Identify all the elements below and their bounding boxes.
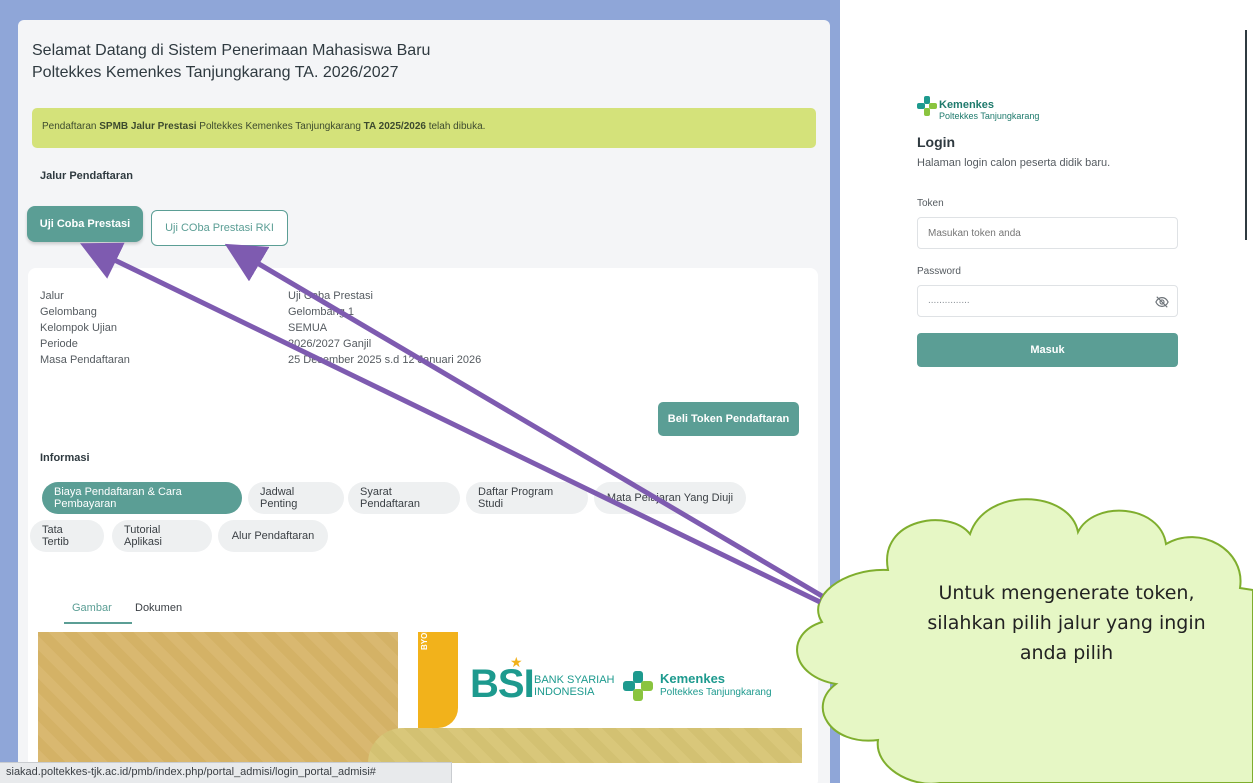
detail-value-masa: 25 Desember 2025 s.d 12 Januari 2026 bbox=[288, 354, 482, 366]
pill-alur-pendaftaran[interactable]: Alur Pendaftaran bbox=[218, 520, 328, 552]
pill-tutorial-aplikasi[interactable]: Tutorial Aplikasi bbox=[112, 520, 212, 552]
beli-token-button[interactable]: Beli Token Pendaftaran bbox=[658, 402, 799, 436]
subtab-gambar[interactable]: Gambar bbox=[72, 602, 112, 614]
detail-key-masa: Masa Pendaftaran bbox=[40, 354, 130, 366]
pill-syarat-pendaftaran[interactable]: Syarat Pendaftaran bbox=[348, 482, 460, 514]
banner-text-mid: Poltekkes Kemenkes Tanjungkarang bbox=[196, 121, 364, 132]
masuk-button[interactable]: Masuk bbox=[917, 333, 1178, 367]
login-subtitle: Halaman login calon peserta didik baru. bbox=[917, 157, 1111, 169]
byond-text: BYOND bbox=[420, 632, 429, 650]
pill-biaya-pendaftaran[interactable]: Biaya Pendaftaran & Cara Pembayaran bbox=[42, 482, 242, 514]
kemenkes-logo-icon bbox=[623, 671, 653, 701]
divider bbox=[1245, 30, 1247, 240]
token-input[interactable] bbox=[917, 217, 1178, 249]
login-title: Login bbox=[917, 134, 956, 150]
detail-value-jalur: Uji Coba Prestasi bbox=[288, 290, 373, 302]
subtab-underline bbox=[64, 622, 132, 624]
promo-image: BYOND BSI ★ BANK SYARIAH INDONESIA Kemenk… bbox=[38, 632, 802, 763]
bsi-sub-2: INDONESIA bbox=[534, 686, 595, 698]
promo-pattern-bottom bbox=[368, 728, 802, 763]
tab-uji-coba-prestasi[interactable]: Uji Coba Prestasi bbox=[27, 206, 143, 242]
banner-text-post: telah dibuka. bbox=[425, 121, 486, 132]
kemenkes-promo-text: Kemenkes Poltekkes Tanjungkarang bbox=[660, 672, 772, 700]
bsi-sub-1: BANK SYARIAH bbox=[534, 674, 615, 686]
annotation-line-2: silahkan pilih jalur yang ingin bbox=[927, 612, 1206, 634]
announcement-banner: Pendaftaran SPMB Jalur Prestasi Poltekke… bbox=[32, 108, 816, 148]
registration-page: Selamat Datang di Sistem Penerimaan Maha… bbox=[18, 20, 830, 783]
status-bar-url: siakad.poltekkes-tjk.ac.id/pmb/index.php… bbox=[0, 762, 452, 783]
bsi-logo: BSI bbox=[470, 662, 535, 706]
detail-key-gelombang: Gelombang bbox=[40, 306, 97, 318]
browser-frame: Selamat Datang di Sistem Penerimaan Maha… bbox=[0, 0, 840, 783]
pill-daftar-program-studi[interactable]: Daftar Program Studi bbox=[466, 482, 588, 514]
login-logo-text: Kemenkes Poltekkes Tanjungkarang bbox=[939, 100, 1039, 122]
login-logo-sub: Poltekkes Tanjungkarang bbox=[939, 111, 1040, 121]
password-label: Password bbox=[917, 266, 961, 277]
title-line-1: Selamat Datang di Sistem Penerimaan Maha… bbox=[32, 42, 431, 59]
kemenkes-promo-sub: Poltekkes Tanjungkarang bbox=[660, 687, 772, 698]
detail-value-periode: 2026/2027 Ganjil bbox=[288, 338, 372, 350]
eye-off-icon[interactable] bbox=[1155, 295, 1169, 309]
page-title: Selamat Datang di Sistem Penerimaan Maha… bbox=[32, 40, 430, 84]
pill-tata-tertib[interactable]: Tata Tertib bbox=[30, 520, 104, 552]
star-icon: ★ bbox=[510, 654, 523, 670]
subtab-dokumen[interactable]: Dokumen bbox=[135, 602, 182, 614]
pill-mata-pelajaran[interactable]: Mata Pelajaran Yang Diuji bbox=[594, 482, 746, 514]
detail-key-periode: Periode bbox=[40, 338, 78, 350]
password-input[interactable]: ............... bbox=[917, 285, 1178, 317]
title-line-2: Poltekkes Kemenkes Tanjungkarang TA. 202… bbox=[32, 64, 399, 81]
annotation-line-3: anda pilih bbox=[1019, 642, 1114, 664]
pill-jadwal-penting[interactable]: Jadwal Penting bbox=[248, 482, 344, 514]
detail-value-gelombang: Gelombang 1 bbox=[288, 306, 355, 318]
annotation-line-1: Untuk mengenerate token, bbox=[938, 582, 1195, 604]
detail-key-kelompok: Kelompok Ujian bbox=[40, 322, 118, 334]
detail-value-kelompok: SEMUA bbox=[288, 322, 328, 334]
banner-text-bold1: SPMB Jalur Prestasi bbox=[99, 121, 197, 132]
kemenkes-promo-name: Kemenkes bbox=[660, 671, 726, 686]
bsi-subtitle: BANK SYARIAH INDONESIA bbox=[534, 674, 615, 698]
login-logo-name: Kemenkes bbox=[939, 99, 995, 111]
promo-pattern bbox=[38, 632, 398, 763]
byond-logo: BYOND bbox=[418, 632, 458, 728]
kemenkes-logo-icon bbox=[917, 96, 937, 116]
banner-text-pre: Pendaftaran bbox=[42, 121, 100, 132]
annotation-text: Untuk mengenerate token, silahkan pilih … bbox=[880, 578, 1253, 668]
informasi-label: Informasi bbox=[40, 452, 90, 464]
jalur-label: Jalur Pendaftaran bbox=[40, 170, 133, 182]
token-label: Token bbox=[917, 198, 944, 209]
tab-uji-coba-prestasi-rki[interactable]: Uji COba Prestasi RKI bbox=[151, 210, 288, 246]
detail-key-jalur: Jalur bbox=[40, 290, 64, 302]
banner-text-bold2: TA 2025/2026 bbox=[363, 121, 426, 132]
